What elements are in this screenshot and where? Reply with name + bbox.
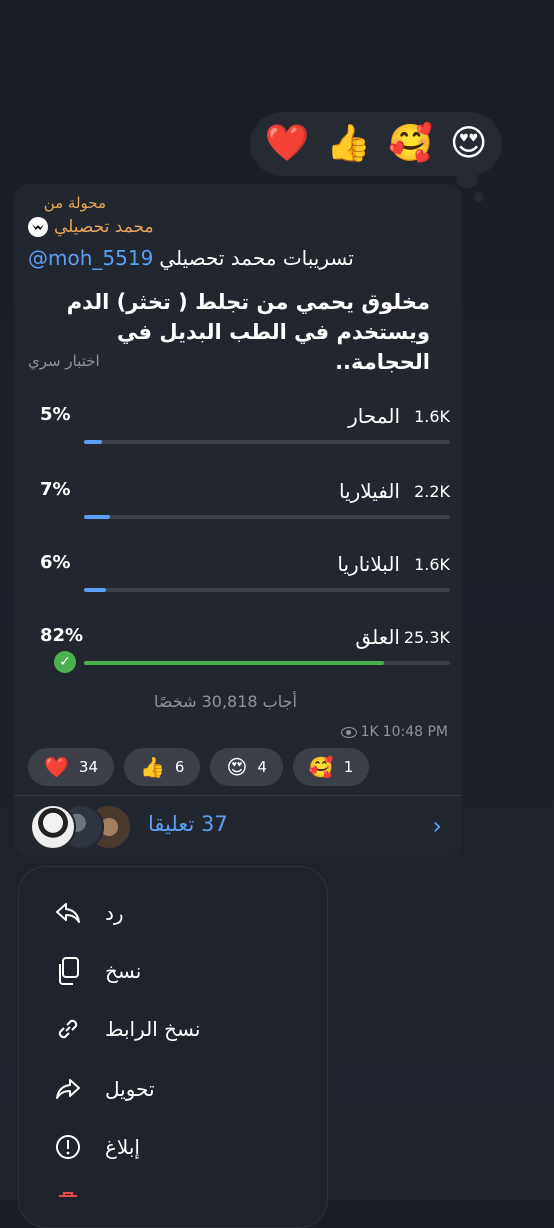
- menu-item-label: تحويل: [105, 1077, 155, 1101]
- menu-item-label: نسخ الرابط: [105, 1017, 201, 1041]
- reaction-count: 1: [343, 758, 354, 776]
- message-bubble[interactable]: محولة من محمد تحصيلي @moh_5519 تسريبات م…: [14, 184, 462, 856]
- smiling-hearts-icon: 🥰: [308, 755, 334, 779]
- option-bar-fill: [84, 515, 110, 519]
- option-count: 1.6K: [414, 407, 450, 426]
- poll-option[interactable]: 6% البلاناريا 1.6K: [40, 552, 450, 598]
- views-icon: [340, 726, 357, 738]
- option-count: 1.6K: [414, 555, 450, 574]
- menu-item-label: رد: [105, 901, 124, 925]
- channel-handle-link[interactable]: @moh_5519: [28, 246, 153, 270]
- comments-count: 37 تعليقا: [148, 812, 228, 836]
- reactions-bar: ❤️ 34 👍 6 😍 4 🥰 1: [28, 748, 370, 786]
- option-bar-track: [84, 661, 450, 665]
- reaction-chip-thumbs-up[interactable]: 👍 6: [124, 748, 201, 786]
- menu-item-delete[interactable]: [53, 1183, 83, 1223]
- menu-item-copy-link[interactable]: نسخ الرابط: [53, 1009, 200, 1049]
- context-menu: رد نسخ نسخ الرابط تحويل إبلاغ: [18, 866, 328, 1228]
- trash-icon: [53, 1188, 83, 1218]
- reaction-count: 6: [174, 758, 185, 776]
- heart-eyes-icon: 😍: [226, 755, 248, 779]
- chevron-right-icon: ›: [432, 812, 442, 840]
- report-icon: [53, 1132, 83, 1162]
- reaction-count: 4: [257, 758, 267, 776]
- thumbs-up-icon: 👍: [140, 755, 165, 779]
- reaction-chip-heart[interactable]: ❤️ 34: [28, 748, 114, 786]
- reaction-chip-heart-eyes[interactable]: 😍 4: [210, 748, 283, 786]
- option-label: الفيلاريا: [338, 479, 400, 503]
- forward-icon: [53, 1074, 83, 1104]
- option-bar-fill: [84, 661, 385, 665]
- channel-line: @moh_5519 تسريبات محمد تحصيلي: [28, 246, 354, 270]
- poll-option[interactable]: 7% الفيلاريا 2.2K: [40, 479, 450, 525]
- option-bar-track: [84, 440, 450, 444]
- picker-tail-small: [474, 192, 484, 202]
- message-time: 10:48 PM: [382, 724, 448, 740]
- option-count: 2.2K: [414, 482, 450, 501]
- menu-item-reply[interactable]: رد: [53, 893, 124, 933]
- poll-option[interactable]: 82% العلق 25.3K ✓: [40, 625, 450, 673]
- comments-button[interactable]: 37 تعليقا ›: [14, 796, 462, 856]
- option-percent: 6%: [40, 552, 71, 573]
- option-bar-track: [84, 588, 450, 592]
- option-bar-track: [84, 515, 450, 519]
- menu-item-report[interactable]: إبلاغ: [53, 1127, 140, 1167]
- menu-item-label: إبلاغ: [105, 1135, 140, 1159]
- reaction-option-heart[interactable]: ❤️: [264, 126, 309, 162]
- reaction-option-thumbs-up[interactable]: 👍: [326, 126, 371, 162]
- avatar: [30, 804, 76, 850]
- menu-item-label: نسخ: [105, 959, 142, 983]
- forwarded-from-name: محمد تحصيلي: [54, 217, 154, 237]
- forwarded-label: محولة من: [43, 194, 106, 212]
- bat-logo-icon: [32, 224, 44, 230]
- menu-item-forward[interactable]: تحويل: [53, 1069, 155, 1109]
- forwarded-from[interactable]: محمد تحصيلي: [28, 217, 154, 237]
- reaction-option-heart-eyes[interactable]: 😍: [450, 126, 488, 162]
- correct-check-icon: ✓: [54, 651, 76, 673]
- quiz-type: اختبار سري: [28, 352, 100, 370]
- option-percent: 7%: [40, 479, 71, 500]
- message-meta: 1K 10:48 PM: [340, 724, 448, 740]
- channel-title: تسريبات محمد تحصيلي: [159, 246, 354, 270]
- reaction-chip-smiling-hearts[interactable]: 🥰 1: [292, 748, 370, 786]
- option-label: المحار: [348, 404, 400, 428]
- option-bar-fill: [84, 440, 103, 444]
- poll-option[interactable]: 5% المحار 1.6K: [40, 404, 450, 450]
- option-label: العلق: [355, 625, 400, 649]
- link-icon: [53, 1014, 83, 1044]
- reaction-picker: ❤️ 👍 🥰 😍: [250, 112, 502, 176]
- menu-item-copy[interactable]: نسخ: [53, 951, 141, 991]
- reaction-option-smiling-hearts[interactable]: 🥰: [388, 126, 433, 162]
- option-percent: 82%: [40, 625, 84, 646]
- views-count: 1K: [360, 724, 379, 740]
- option-percent: 5%: [40, 404, 71, 425]
- voters-count: أجاب 30,818 شخصًا: [154, 692, 297, 711]
- option-label: البلاناريا: [337, 552, 400, 576]
- option-bar-fill: [84, 588, 106, 592]
- reaction-count: 34: [78, 758, 98, 776]
- heart-icon: ❤️: [44, 755, 69, 779]
- copy-icon: [53, 956, 83, 986]
- commenter-avatars: [30, 804, 140, 850]
- channel-avatar: [28, 217, 48, 237]
- reply-icon: [53, 898, 83, 928]
- picker-tail: [456, 172, 478, 188]
- option-count: 25.3K: [403, 628, 450, 647]
